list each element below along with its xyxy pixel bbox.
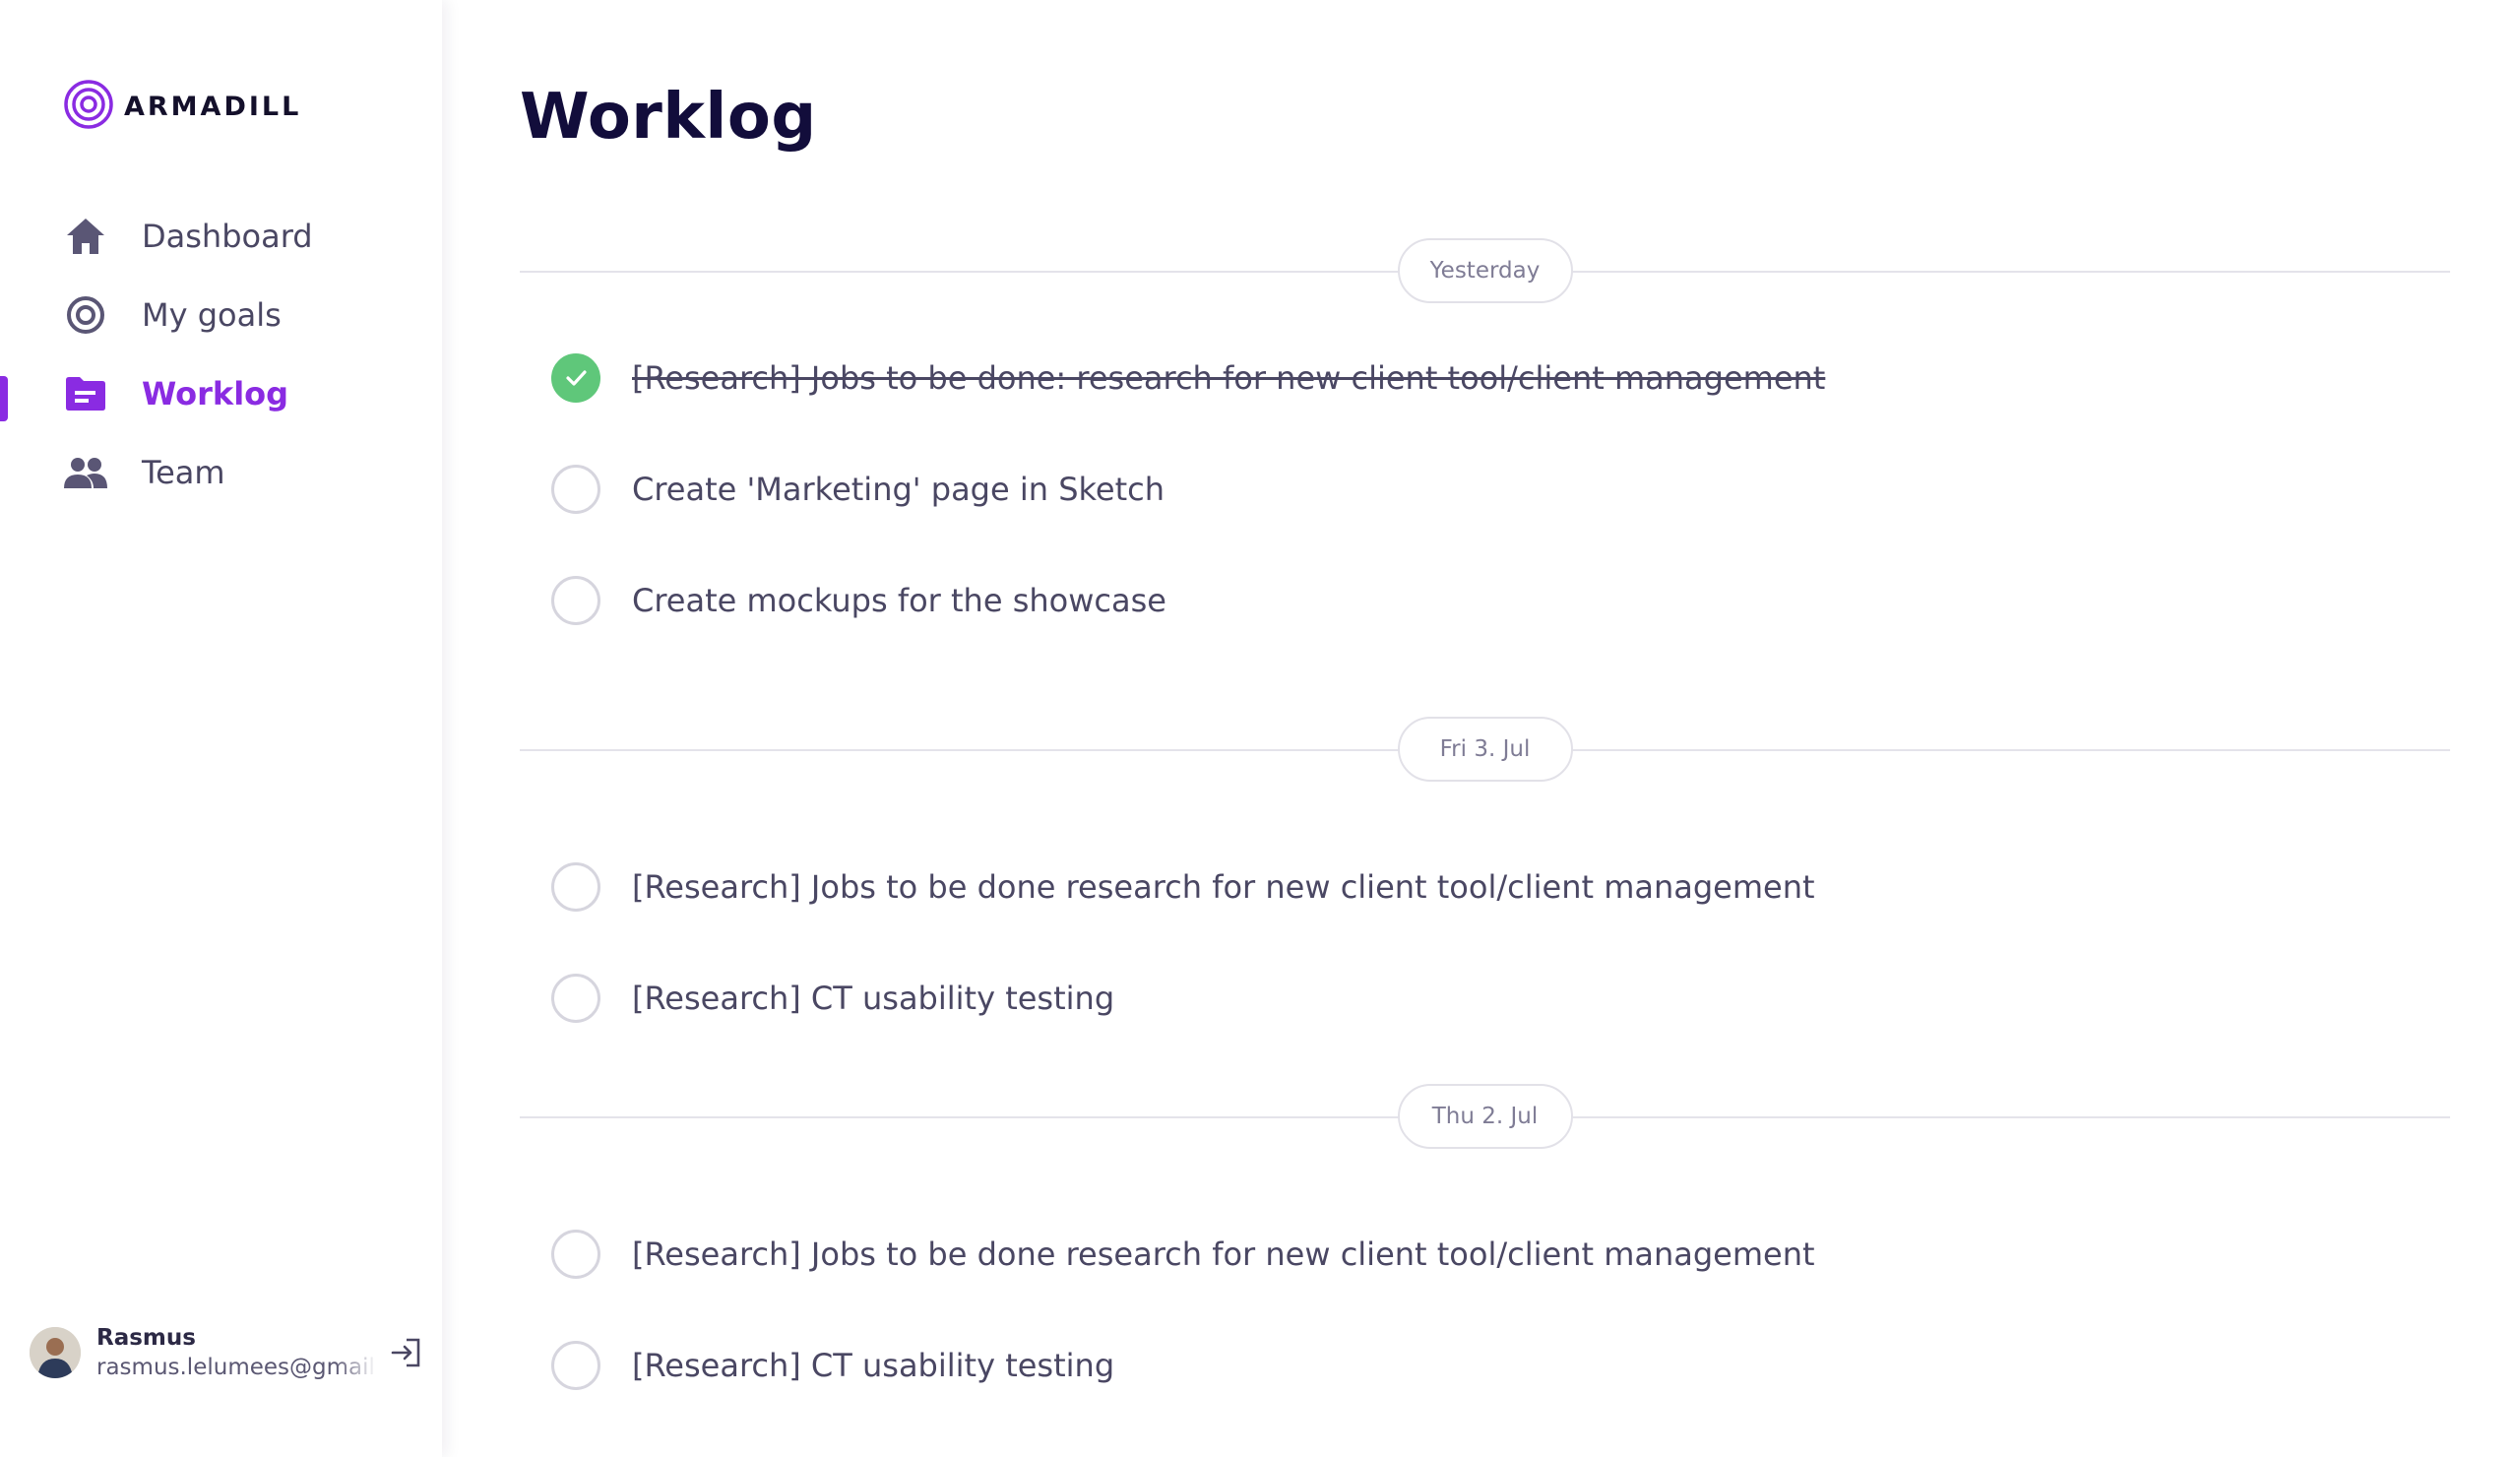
sidebar-item-my-goals[interactable]: My goals: [0, 276, 442, 354]
date-divider: Fri 3. Jul: [520, 717, 2450, 782]
task-checkbox[interactable]: [551, 861, 600, 912]
task-text: Create 'Marketing' page in Sketch: [632, 470, 1165, 508]
sidebar-item-dashboard[interactable]: Dashboard: [0, 197, 442, 276]
task-checkbox[interactable]: [551, 464, 600, 514]
user-name: Rasmus: [96, 1325, 196, 1351]
task-checkbox[interactable]: [551, 575, 600, 625]
task-checkbox[interactable]: [551, 1340, 600, 1390]
check-icon: [566, 369, 587, 386]
task-text: [Research] Jobs to be done research for …: [632, 867, 1815, 906]
home-icon: [63, 214, 108, 259]
sidebar-item-label: Dashboard: [142, 218, 313, 255]
date-badge: Yesterday: [1397, 238, 1573, 303]
task-text: [Research] CT usability testing: [632, 979, 1115, 1017]
active-indicator: [0, 376, 8, 421]
date-badge: Fri 3. Jul: [1397, 717, 1573, 782]
user-info: Rasmus rasmus.lelumees@gmail.com: [96, 1325, 377, 1380]
task-text: [Research] Jobs to be done: research for…: [632, 358, 1826, 397]
app-root: ARMADILL Dashboard My goals Worklog Team…: [0, 0, 2520, 1457]
page-title: Worklog: [520, 81, 817, 154]
brand-name: ARMADILL: [124, 92, 302, 122]
sidebar-nav: Dashboard My goals Worklog Team: [0, 197, 442, 512]
target-icon: [63, 292, 108, 338]
task-item: [Research] CT usability testing: [520, 1309, 2450, 1421]
task-checkbox[interactable]: [551, 973, 600, 1023]
task-text: [Research] CT usability testing: [632, 1346, 1115, 1384]
avatar[interactable]: [30, 1327, 81, 1378]
people-icon: [63, 450, 108, 495]
task-item: Create 'Marketing' page in Sketch: [520, 433, 2450, 544]
task-text: Create mockups for the showcase: [632, 581, 1166, 619]
worklog-group-thu-2-jul: Thu 2. Jul [Research] Jobs to be done re…: [520, 1084, 2450, 1421]
worklog-group-fri-3-jul: Fri 3. Jul [Research] Jobs to be done re…: [520, 717, 2450, 1053]
brand-logo[interactable]: ARMADILL: [63, 79, 301, 135]
task-text: [Research] Jobs to be done research for …: [632, 1235, 1815, 1273]
task-item: [Research] Jobs to be done research for …: [520, 831, 2450, 942]
date-divider: Yesterday: [520, 238, 2450, 303]
sidebar-item-label: Worklog: [142, 375, 289, 412]
sidebar-item-worklog[interactable]: Worklog: [0, 354, 442, 433]
task-item: [Research] Jobs to be done: research for…: [520, 322, 2450, 433]
worklog-group-yesterday: Yesterday [Research] Jobs to be done: re…: [520, 238, 2450, 656]
armadill-logo-icon: [63, 79, 114, 135]
folder-icon: [63, 371, 108, 416]
sidebar-item-label: My goals: [142, 296, 282, 334]
user-profile: Rasmus rasmus.lelumees@gmail.com: [30, 1321, 423, 1384]
task-checkbox[interactable]: [551, 1229, 600, 1279]
sidebar: ARMADILL Dashboard My goals Worklog Team…: [0, 0, 442, 1457]
date-badge: Thu 2. Jul: [1397, 1084, 1573, 1149]
main-content: Worklog Yesterday [Research] Jobs to be …: [442, 0, 2520, 1457]
task-checkbox-checked[interactable]: [551, 352, 600, 403]
user-email: rasmus.lelumees@gmail.com: [96, 1355, 377, 1380]
sidebar-item-label: Team: [142, 454, 225, 491]
logout-icon[interactable]: [389, 1336, 422, 1369]
task-item: Create mockups for the showcase: [520, 544, 2450, 656]
task-item: [Research] CT usability testing: [520, 942, 2450, 1053]
task-item: [Research] Jobs to be done research for …: [520, 1198, 2450, 1309]
sidebar-item-team[interactable]: Team: [0, 433, 442, 512]
date-divider: Thu 2. Jul: [520, 1084, 2450, 1149]
